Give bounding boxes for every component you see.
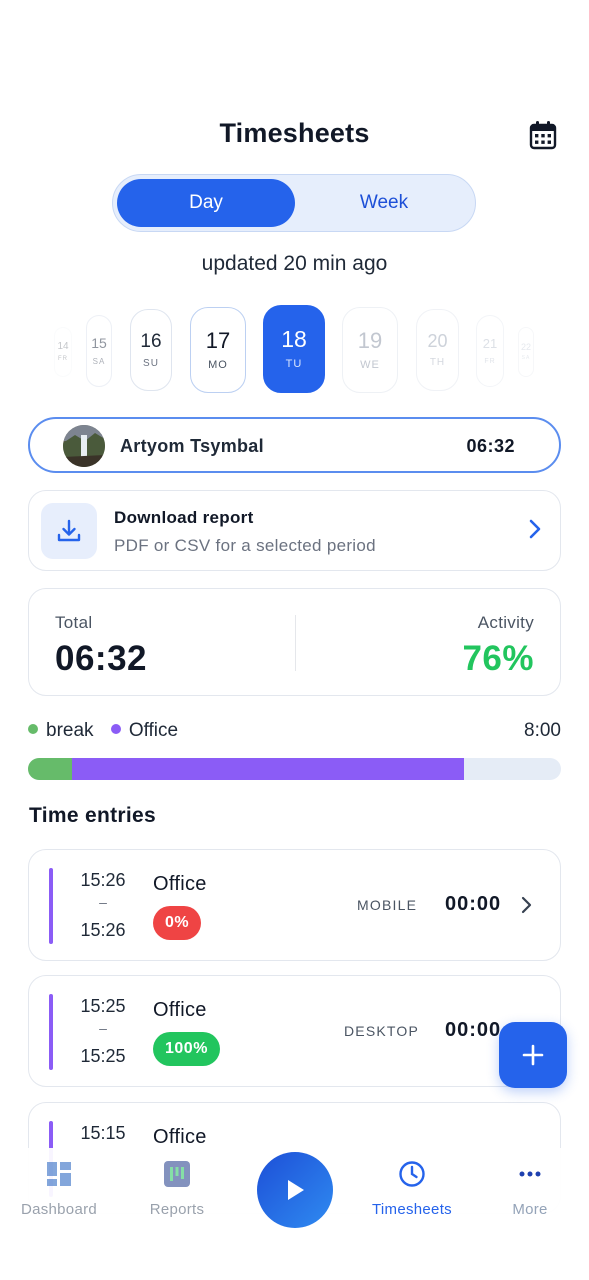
more-icon (519, 1171, 541, 1177)
dashboard-icon (47, 1162, 71, 1186)
time-entry[interactable]: 15:25 – 15:25 Office 100% DESKTOP 00:00 (28, 975, 561, 1087)
time-entry[interactable]: 15:26 – 15:26 Office 0% MOBILE 00:00 (28, 849, 561, 961)
entry-separator: – (99, 1020, 107, 1036)
start-timer-button[interactable] (257, 1152, 333, 1228)
date-chip[interactable]: 17 MO (190, 307, 246, 393)
download-report-subtitle: PDF or CSV for a selected period (114, 536, 376, 555)
legend-item-break: break (28, 720, 94, 742)
entry-duration: 00:00 (445, 893, 502, 915)
entry-end: 15:26 (80, 920, 126, 940)
time-entries-title: Time entries (29, 804, 156, 827)
date-chip[interactable]: 21 FR (476, 315, 504, 387)
download-icon (41, 503, 97, 559)
legend: break Office 8:00 (28, 720, 561, 746)
nav-dashboard[interactable]: Dashboard (0, 1160, 118, 1218)
total-label: Total (55, 613, 93, 632)
entry-source: DESKTOP (344, 1023, 420, 1039)
date-chip[interactable]: 14 FR (54, 327, 72, 377)
calendar-icon[interactable] (529, 120, 559, 150)
entry-start: 15:25 (80, 996, 126, 1016)
nav-more[interactable]: More (471, 1160, 589, 1218)
project-color-bar (49, 994, 53, 1070)
user-selector[interactable]: Artyom Tsymbal 06:32 (28, 417, 561, 473)
entry-end: 15:25 (80, 1046, 126, 1066)
entry-start: 15:26 (80, 870, 126, 890)
play-icon (288, 1180, 304, 1200)
add-entry-button[interactable] (499, 1022, 567, 1088)
project-color-bar (49, 868, 53, 944)
entry-start: 15:15 (80, 1123, 126, 1143)
activity-badge: 100% (153, 1032, 220, 1066)
break-segment (28, 758, 73, 780)
chevron-right-icon (520, 896, 532, 919)
total-value: 06:32 (55, 639, 148, 678)
nav-more-label: More (512, 1201, 548, 1218)
nav-reports[interactable]: Reports (118, 1160, 236, 1218)
updated-status: updated 20 min ago (201, 252, 388, 275)
stats-card: Total 06:32 Activity 76% (28, 588, 561, 696)
nav-timesheets[interactable]: Timesheets (353, 1160, 471, 1218)
legend-item-office: Office (110, 720, 178, 742)
avatar (63, 425, 105, 467)
stats-divider (295, 615, 296, 671)
day-tab[interactable]: Day (117, 179, 295, 227)
office-segment (72, 758, 464, 780)
date-chip[interactable]: 22 SA (518, 327, 534, 377)
date-strip: 14 FR 15 SA 16 SU 17 MO 18 TU 19 WE 20 T… (0, 305, 589, 395)
date-chip[interactable]: 20 TH (416, 309, 459, 391)
user-name: Artyom Tsymbal (120, 436, 264, 456)
bottom-nav: Dashboard Reports Timesheets More (0, 1148, 589, 1280)
entry-project: Office (153, 999, 207, 1021)
page-title: Timesheets (219, 118, 370, 148)
nav-reports-label: Reports (149, 1201, 205, 1218)
nav-timesheets-label: Timesheets (372, 1201, 452, 1218)
user-total-time: 06:32 (466, 436, 515, 456)
date-chip[interactable]: 16 SU (130, 309, 172, 391)
header: Timesheets (0, 110, 589, 160)
activity-badge: 0% (153, 906, 202, 940)
entry-duration: 00:00 (445, 1019, 502, 1041)
chevron-right-icon (528, 519, 542, 544)
nav-dashboard-label: Dashboard (20, 1201, 98, 1218)
plus-icon (522, 1044, 544, 1066)
clock-icon (399, 1161, 425, 1187)
activity-label: Activity (477, 613, 534, 632)
entry-separator: – (99, 894, 107, 910)
reports-icon (164, 1161, 190, 1187)
activity-value: 76% (462, 639, 534, 678)
download-report-card[interactable]: Download report PDF or CSV for a selecte… (28, 490, 561, 571)
date-chip[interactable]: 19 WE (342, 307, 398, 393)
week-tab[interactable]: Week (295, 179, 473, 227)
view-toggle: Day Week (112, 174, 476, 232)
date-chip-selected[interactable]: 18 TU (263, 305, 325, 393)
target-hours: 8:00 (524, 720, 561, 741)
entry-source: MOBILE (357, 897, 418, 913)
entry-project: Office (153, 1126, 207, 1148)
date-chip[interactable]: 15 SA (86, 315, 112, 387)
entry-project: Office (153, 873, 207, 895)
download-report-title: Download report (114, 508, 254, 527)
time-progress-bar (28, 758, 561, 780)
